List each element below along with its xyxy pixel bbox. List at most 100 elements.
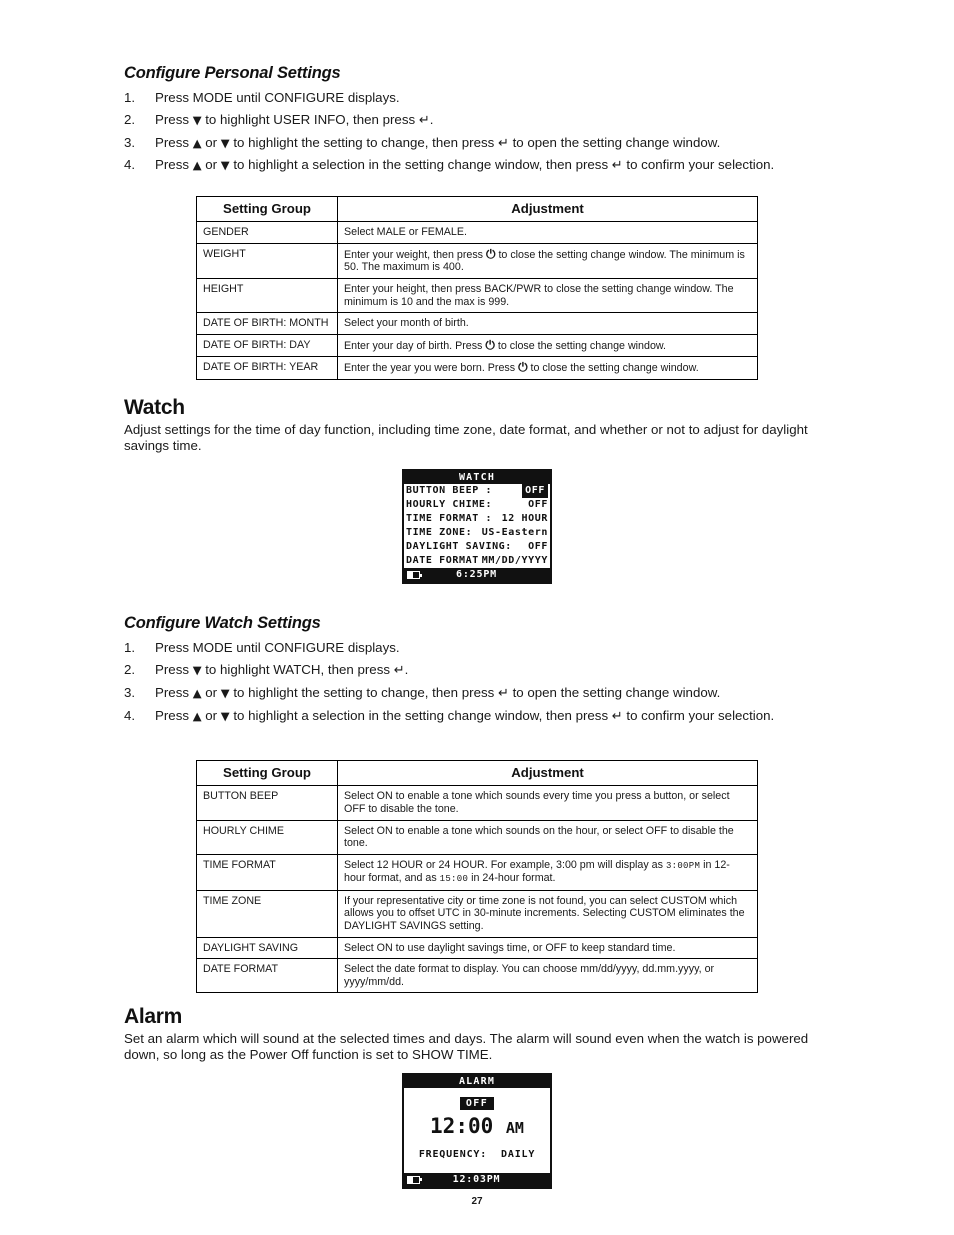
watch-intro-text: Adjust settings for the time of day func…	[124, 421, 808, 453]
adjustment-text: Enter your weight, then press	[344, 248, 486, 261]
list-item: 3. Press ▲ or ▼ to highlight the setting …	[124, 685, 830, 702]
down-arrow-icon: ▼	[220, 708, 230, 723]
lcd-row-label: DATE FORMAT	[406, 555, 479, 567]
configure-personal-settings-heading: Configure Personal Settings	[124, 64, 341, 82]
step-number: 1.	[124, 640, 136, 656]
adjustment-cell: Select ON to enable a tone which sounds …	[337, 819, 758, 855]
lcd-row-value: US-Eastern	[481, 527, 548, 539]
configure-watch-settings-heading: Configure Watch Settings	[124, 614, 321, 633]
alarm-lcd-body: OFF 12:00 AM FREQUENCY: DAILY	[404, 1087, 550, 1173]
table-row: BUTTON BEEP Select ON to enable a tone w…	[196, 785, 758, 821]
setting-group-cell: HEIGHT	[196, 277, 338, 314]
adjustment-cell: Select 12 HOUR or 24 HOUR. For example, …	[337, 853, 758, 891]
example-24h-value: 15:00	[439, 874, 469, 885]
manual-page: Configure Personal Settings 1. Press MODE…	[0, 0, 954, 1235]
adjustment-cell: Select ON to use daylight savings time, …	[337, 936, 758, 960]
watch-lcd-screen: WATCH BUTTON BEEP : OFF HOURLY CHIME: OF…	[402, 469, 552, 585]
return-key-icon: ↵	[497, 685, 509, 701]
up-arrow-icon: ▲	[192, 685, 202, 700]
alarm-section-heading: Alarm	[124, 1005, 183, 1029]
lcd-row-value: MM/DD/YYYY	[481, 555, 548, 567]
adjustment-text: Enter your day of birth. Press	[344, 339, 486, 352]
adjustment-cell: Enter your height, then press BACK/PWR t…	[337, 277, 758, 314]
step-text: to highlight USER INFO, then press	[201, 111, 419, 127]
page-number: 27	[471, 1196, 483, 1207]
down-arrow-icon: ▼	[192, 112, 202, 127]
step-text: Press	[155, 707, 193, 723]
setting-group-cell: DATE OF BIRTH: DAY	[196, 333, 338, 358]
column-header-adjustment: Adjustment	[337, 760, 758, 787]
return-key-icon: ↵	[611, 708, 623, 724]
step-text: to highlight the setting to change, then…	[229, 134, 498, 150]
down-arrow-icon: ▼	[192, 662, 202, 677]
table-row: HOURLY CHIME Select ON to enable a tone …	[196, 819, 758, 855]
setting-group-cell: HOURLY CHIME	[196, 819, 338, 855]
list-item: 4. Press ▲ or ▼ to highlight a selection …	[124, 157, 830, 174]
step-text: Press	[155, 157, 193, 173]
alarm-frequency-row[interactable]: FREQUENCY: DAILY	[404, 1148, 550, 1162]
lcd-row-time-format[interactable]: TIME FORMAT : 12 HOUR	[404, 512, 550, 526]
step-text: to confirm your selection.	[622, 707, 775, 723]
setting-group-cell: TIME FORMAT	[196, 853, 338, 891]
alarm-state-badge[interactable]: OFF	[459, 1096, 495, 1110]
step-text: to highlight WATCH, then press	[201, 661, 394, 677]
adjustment-text: to close the setting change window.	[494, 339, 666, 352]
adjustment-cell: Select MALE or FEMALE.	[337, 221, 758, 244]
step-number: 4.	[124, 157, 136, 173]
lcd-row-label: HOURLY CHIME:	[406, 499, 493, 511]
lcd-row-value: OFF	[522, 484, 548, 499]
adjustment-text: Select 12 HOUR or 24 HOUR. For example, …	[344, 858, 666, 871]
alarm-frequency-label: FREQUENCY:	[418, 1148, 488, 1160]
step-number: 3.	[124, 684, 136, 700]
step-text: Press MODE until CONFIGURE displays.	[155, 640, 400, 656]
alarm-time-display[interactable]: 12:00 AM	[404, 1113, 550, 1141]
step-text: to highlight the setting to change, then…	[229, 684, 498, 700]
step-text: to highlight a selection in the setting …	[229, 707, 612, 723]
step-text: Press	[155, 661, 193, 677]
adjustment-cell: Select ON to enable a tone which sounds …	[337, 785, 758, 821]
table-header-row: Setting Group Adjustment	[196, 760, 758, 787]
lcd-row-date-format[interactable]: DATE FORMAT MM/DD/YYYY	[404, 554, 550, 568]
lcd-row-label: BUTTON BEEP :	[406, 485, 493, 497]
setting-group-cell: BUTTON BEEP	[196, 785, 338, 821]
table-row: DATE OF BIRTH: MONTH Select your month o…	[196, 312, 758, 335]
lcd-row-value: 12 HOUR	[501, 513, 548, 525]
step-text: or	[201, 134, 221, 150]
table-row: DATE FORMAT Select the date format to di…	[196, 958, 758, 994]
table-row: TIME ZONE If your representative city or…	[196, 889, 758, 938]
lcd-row-label: DAYLIGHT SAVING:	[406, 541, 512, 553]
table-row: TIME FORMAT Select 12 HOUR or 24 HOUR. F…	[196, 853, 758, 891]
table-row: GENDER Select MALE or FEMALE.	[196, 221, 758, 244]
alarm-lcd-screen: ALARM OFF 12:00 AM FREQUENCY: DAILY 12:03…	[402, 1072, 552, 1189]
alarm-intro-text: Set an alarm which will sound at the sel…	[124, 1031, 809, 1063]
table-header-row: Setting Group Adjustment	[196, 196, 758, 223]
step-text: to highlight a selection in the setting …	[229, 157, 612, 173]
setting-group-cell: DATE OF BIRTH: MONTH	[196, 312, 338, 335]
column-header-setting-group: Setting Group	[196, 760, 338, 787]
watch-lcd-screenshot-wrap: WATCH BUTTON BEEP : OFF HOURLY CHIME: OF…	[124, 469, 830, 585]
table-row: DAYLIGHT SAVING Select ON to use dayligh…	[196, 936, 758, 960]
list-item: 4. Press ▲ or ▼ to highlight a selection …	[124, 708, 830, 725]
table-row: HEIGHT Enter your height, then press BAC…	[196, 277, 758, 314]
lcd-row-label: TIME ZONE:	[406, 527, 473, 539]
watch-steps-list: 1. Press MODE until CONFIGURE displays. 2…	[124, 640, 830, 724]
step-text: Press	[155, 684, 193, 700]
list-item: 2. Press ▼ to highlight WATCH, then press…	[124, 662, 830, 679]
personal-settings-table: Setting Group Adjustment GENDER Select M…	[196, 196, 758, 380]
setting-group-cell: GENDER	[196, 221, 338, 244]
list-item: 1. Press MODE until CONFIGURE displays.	[124, 640, 830, 656]
adjustment-cell: Enter your day of birth. Press ⏻ to clos…	[337, 333, 758, 358]
step-number: 4.	[124, 707, 136, 723]
lcd-title-bar: ALARM	[404, 1074, 550, 1088]
step-text: or	[201, 684, 221, 700]
adjustment-text: in 24-hour format.	[468, 872, 556, 885]
lcd-row-button-beep[interactable]: BUTTON BEEP : OFF	[404, 484, 550, 499]
power-icon: ⏻	[485, 337, 495, 352]
lcd-row-label: TIME FORMAT :	[406, 513, 493, 525]
lcd-row-time-zone[interactable]: TIME ZONE: US-Eastern	[404, 526, 550, 540]
lcd-row-daylight-saving[interactable]: DAYLIGHT SAVING: OFF	[404, 540, 550, 554]
lcd-row-hourly-chime[interactable]: HOURLY CHIME: OFF	[404, 498, 550, 512]
return-key-icon: ↵	[393, 662, 405, 678]
step-number: 2.	[124, 661, 136, 677]
battery-icon	[407, 571, 422, 580]
